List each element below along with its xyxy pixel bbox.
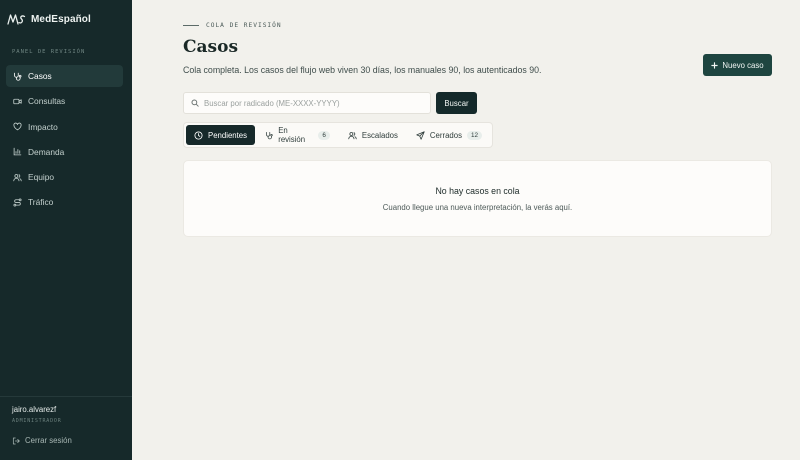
sidebar-item-trafico[interactable]: Tráfico	[6, 191, 123, 213]
sidebar-item-label: Equipo	[28, 172, 55, 183]
tab-escalados[interactable]: Escalados	[340, 125, 406, 145]
sidebar-item-label: Casos	[28, 71, 52, 81]
video-icon	[13, 98, 22, 104]
sidebar-item-consultas[interactable]: Consultas	[6, 90, 123, 112]
main-content: COLA DE REVISIÓN Casos Cola completa. Lo…	[132, 0, 800, 460]
sidebar-section-label: PANEL DE REVISIÓN	[12, 49, 86, 55]
sidebar-nav: Casos Consultas Impacto Demanda Equipo T…	[6, 65, 123, 217]
sidebar-item-label: Demanda	[28, 146, 65, 157]
status-tabs: Pendientes En revisión 6 Escalados Cerra…	[183, 122, 493, 148]
user-name: jairo.alvarezf	[12, 405, 57, 414]
stethoscope-icon	[266, 131, 273, 139]
sidebar: MedEspañol PANEL DE REVISIÓN Casos Consu…	[0, 0, 132, 460]
page-subtitle: Cola completa. Los casos del flujo web v…	[183, 65, 542, 75]
sidebar-item-label: Consultas	[28, 96, 66, 107]
search-icon	[191, 99, 199, 107]
eyebrow-line	[183, 25, 199, 26]
brand-name: MedEspañol	[31, 13, 91, 25]
clock-icon	[194, 130, 203, 140]
users-icon	[348, 131, 357, 139]
logout-label: Cerrar sesión	[25, 436, 72, 445]
heart-icon	[13, 122, 22, 131]
tab-pendientes[interactable]: Pendientes	[186, 125, 256, 145]
sidebar-item-equipo[interactable]: Equipo	[6, 166, 123, 188]
tab-label: Escalados	[361, 130, 398, 140]
eyebrow: COLA DE REVISIÓN	[183, 22, 282, 29]
tab-count-badge: 6	[318, 130, 330, 140]
sidebar-item-demanda[interactable]: Demanda	[6, 141, 123, 163]
tab-label: En revisión	[278, 126, 306, 144]
stethoscope-icon	[14, 72, 22, 81]
ms-logo-icon	[7, 14, 26, 25]
page-title: Casos	[183, 37, 239, 57]
tab-label: Pendientes	[208, 130, 248, 140]
bar-chart-icon	[13, 148, 22, 156]
sidebar-item-label: Tráfico	[28, 197, 54, 208]
new-case-button[interactable]: Nuevo caso	[703, 54, 772, 76]
empty-state-panel: No hay casos en cola Cuando llegue una n…	[183, 160, 772, 237]
search-box	[183, 92, 431, 114]
tab-label: Cerrados	[429, 130, 462, 140]
tab-en-revision[interactable]: En revisión 6	[257, 125, 338, 145]
sidebar-item-label: Impacto	[28, 121, 58, 132]
sidebar-divider	[0, 396, 132, 397]
sidebar-item-casos[interactable]: Casos	[6, 65, 123, 87]
send-icon	[416, 130, 425, 140]
brand[interactable]: MedEspañol	[7, 12, 91, 26]
search-input[interactable]	[204, 98, 424, 108]
users-icon	[13, 173, 22, 181]
logout-icon	[12, 437, 20, 444]
plus-icon	[711, 61, 719, 69]
sidebar-item-impacto[interactable]: Impacto	[6, 116, 123, 138]
tab-count-badge: 12	[466, 130, 482, 140]
search-button[interactable]: Buscar	[436, 92, 477, 114]
user-role: ADMINISTRADOR	[12, 418, 62, 424]
route-icon	[13, 198, 22, 207]
eyebrow-text: COLA DE REVISIÓN	[206, 22, 282, 29]
empty-state-title: No hay casos en cola	[435, 186, 520, 196]
empty-state-description: Cuando llegue una nueva interpretación, …	[382, 203, 573, 212]
logout-button[interactable]: Cerrar sesión	[12, 436, 72, 445]
tab-cerrados[interactable]: Cerrados 12	[408, 125, 490, 145]
new-case-label: Nuevo caso	[722, 60, 764, 70]
